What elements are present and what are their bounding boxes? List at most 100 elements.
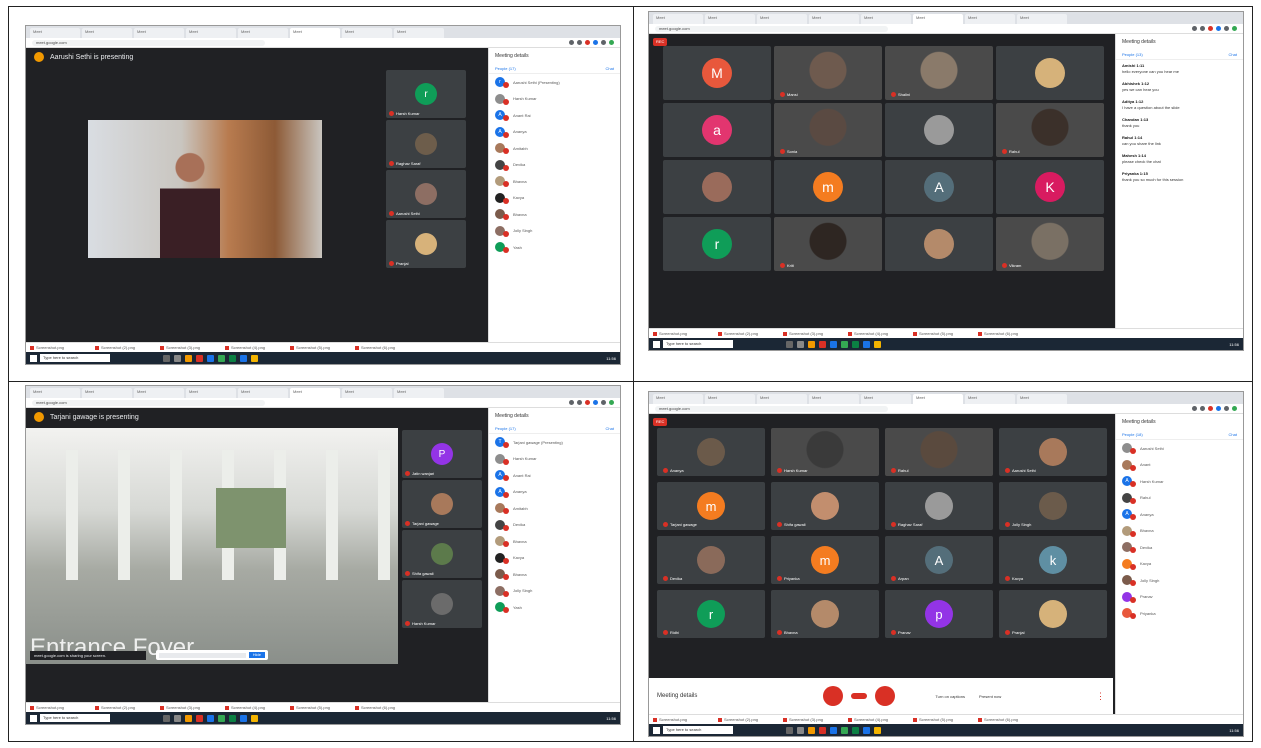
- tab-chat[interactable]: Chat: [1229, 432, 1237, 437]
- participant-tile[interactable]: p Pranav: [885, 590, 993, 638]
- participant-tile[interactable]: Rahul: [996, 103, 1104, 157]
- taskbar-app-icon[interactable]: [218, 354, 225, 362]
- download-item[interactable]: Screenshot (3).png: [783, 717, 845, 722]
- browser-tab[interactable]: Meet: [965, 14, 1015, 24]
- download-item[interactable]: Screenshot (4).png: [848, 331, 910, 336]
- browser-tab[interactable]: Meet: [653, 394, 703, 404]
- participant-row[interactable]: A Harsh Kumar: [1116, 473, 1243, 490]
- participant-tile[interactable]: Sonia: [774, 103, 882, 157]
- participant-tile[interactable]: [663, 160, 771, 214]
- tab-people[interactable]: People (17): [495, 426, 516, 431]
- participant-row[interactable]: Jolly Singh: [489, 223, 620, 240]
- extension-icon[interactable]: [1232, 26, 1237, 31]
- extension-icon[interactable]: [601, 40, 606, 45]
- download-item[interactable]: Screenshot (4).png: [225, 345, 287, 350]
- participant-row[interactable]: Kavya: [489, 550, 620, 567]
- download-item[interactable]: Screenshot (5).png: [290, 345, 352, 350]
- participant-tile[interactable]: Aarushi Sethi: [999, 428, 1107, 476]
- participant-row[interactable]: Kavya: [1116, 556, 1243, 573]
- taskbar-app-icon[interactable]: [808, 340, 815, 348]
- participant-row[interactable]: Bhavna: [489, 173, 620, 190]
- filmstrip-tile[interactable]: Harsh Kumar: [402, 580, 482, 628]
- browser-tab[interactable]: Meet: [809, 394, 859, 404]
- download-item[interactable]: Screenshot (4).png: [225, 705, 287, 710]
- participant-row[interactable]: Pranav: [1116, 589, 1243, 606]
- browser-tab[interactable]: Meet: [705, 14, 755, 24]
- download-item[interactable]: Screenshot (3).png: [783, 331, 845, 336]
- taskbar-app-icon[interactable]: [841, 340, 848, 348]
- extension-icon[interactable]: [577, 400, 582, 405]
- participant-tile[interactable]: Jolly Singh: [999, 482, 1107, 530]
- participant-row[interactable]: Bhavna: [489, 533, 620, 550]
- taskbar-app-icon[interactable]: [207, 354, 214, 362]
- participant-tile[interactable]: Shalini: [885, 46, 993, 100]
- participant-tile[interactable]: Raghav Saraf: [885, 482, 993, 530]
- participant-row[interactable]: Rahul: [1116, 490, 1243, 507]
- extension-icon[interactable]: [1208, 26, 1213, 31]
- participant-row[interactable]: A Anant Rai: [489, 107, 620, 124]
- participant-row[interactable]: Jolly Singh: [489, 583, 620, 600]
- download-item[interactable]: Screenshot.png: [653, 331, 715, 336]
- hang-up-icon[interactable]: [851, 693, 868, 699]
- filmstrip-tile[interactable]: r Harsh Kumar: [386, 70, 466, 118]
- participant-row[interactable]: A Ananya: [489, 484, 620, 501]
- download-item[interactable]: Screenshot (6).png: [978, 331, 1040, 336]
- filmstrip-tile[interactable]: Shifa gawali: [402, 530, 482, 578]
- download-item[interactable]: Screenshot (5).png: [913, 331, 975, 336]
- taskbar-app-icon[interactable]: [163, 714, 170, 722]
- browser-tab[interactable]: Meet: [861, 394, 911, 404]
- download-item[interactable]: Screenshot.png: [653, 717, 715, 722]
- download-item[interactable]: Screenshot (2).png: [718, 717, 780, 722]
- browser-tab[interactable]: Meet: [965, 394, 1015, 404]
- extension-icon[interactable]: [1216, 26, 1221, 31]
- taskbar-app-icon[interactable]: [786, 340, 793, 348]
- taskbar-app-icon[interactable]: [251, 714, 258, 722]
- extension-icon[interactable]: [1200, 406, 1205, 411]
- participant-tile[interactable]: K: [996, 160, 1104, 214]
- taskbar-app-icon[interactable]: [863, 340, 870, 348]
- start-icon[interactable]: [653, 340, 660, 348]
- participant-row[interactable]: A Ananya: [489, 124, 620, 141]
- participant-tile[interactable]: m Tarjani gawage: [657, 482, 765, 530]
- download-item[interactable]: Screenshot (2).png: [95, 345, 157, 350]
- address-bar[interactable]: meet.google.com: [26, 398, 620, 408]
- download-item[interactable]: Screenshot (2).png: [718, 331, 780, 336]
- filmstrip-tile[interactable]: Aarushi Sethi: [386, 170, 466, 218]
- browser-tab[interactable]: Meet: [186, 388, 236, 398]
- participant-tile[interactable]: k Kavya: [999, 536, 1107, 584]
- participant-row[interactable]: Anant: [1116, 457, 1243, 474]
- participant-row[interactable]: Yash: [489, 239, 620, 256]
- url-field[interactable]: meet.google.com: [32, 399, 265, 406]
- taskbar-search[interactable]: Type here to search: [40, 354, 110, 362]
- participant-row[interactable]: Jolly Singh: [1116, 572, 1243, 589]
- participant-tile[interactable]: Pranjal: [999, 590, 1107, 638]
- camera-off-button[interactable]: [875, 686, 896, 706]
- participant-row[interactable]: Devika: [489, 157, 620, 174]
- participant-tile[interactable]: m: [774, 160, 882, 214]
- extension-icon[interactable]: [593, 40, 598, 45]
- browser-tab[interactable]: Meet: [1017, 394, 1067, 404]
- browser-tab[interactable]: Meet: [913, 14, 963, 24]
- taskbar-app-icon[interactable]: [797, 726, 804, 734]
- url-field[interactable]: meet.google.com: [32, 39, 265, 46]
- extension-icon[interactable]: [1216, 406, 1221, 411]
- participant-tile[interactable]: r Ridhi: [657, 590, 765, 638]
- browser-tab[interactable]: Meet: [342, 388, 392, 398]
- participant-tile[interactable]: Rahul: [885, 428, 993, 476]
- address-bar[interactable]: meet.google.com: [649, 24, 1243, 34]
- browser-tab[interactable]: Meet: [82, 388, 132, 398]
- browser-tab[interactable]: Meet: [342, 28, 392, 38]
- participant-tile[interactable]: Ananya: [657, 428, 765, 476]
- taskbar-app-icon[interactable]: [819, 726, 826, 734]
- participant-row[interactable]: Harsh Kumar: [489, 451, 620, 468]
- extension-icon[interactable]: [1200, 26, 1205, 31]
- taskbar-app-icon[interactable]: [185, 714, 192, 722]
- taskbar-app-icon[interactable]: [196, 354, 203, 362]
- browser-tab[interactable]: Meet: [82, 28, 132, 38]
- taskbar-app-icon[interactable]: [251, 354, 258, 362]
- participant-row[interactable]: A Anant Rai: [489, 467, 620, 484]
- extension-icon[interactable]: [1232, 406, 1237, 411]
- extension-icon[interactable]: [1224, 26, 1229, 31]
- participant-tile[interactable]: r: [663, 217, 771, 271]
- extension-icon[interactable]: [609, 400, 614, 405]
